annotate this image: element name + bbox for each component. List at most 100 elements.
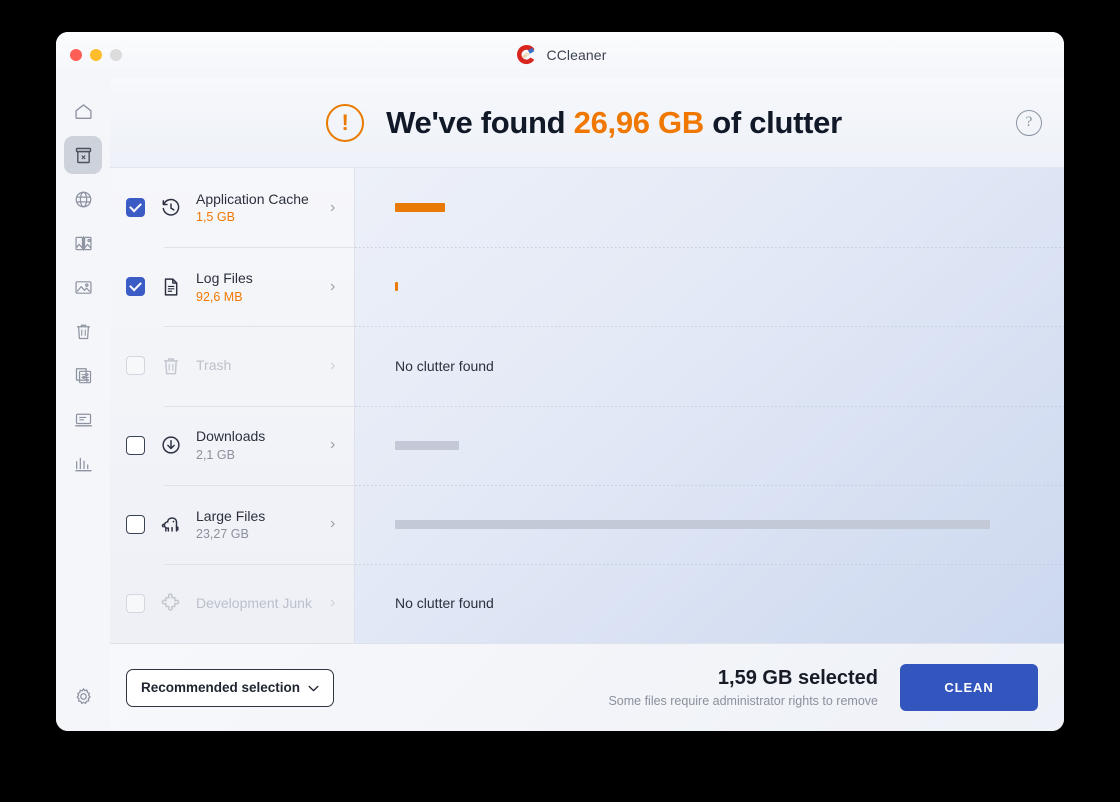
category-size: 1,5 GB bbox=[196, 210, 235, 225]
photos-icon bbox=[73, 277, 94, 298]
app-manager-icon bbox=[73, 365, 94, 386]
title-bar: CCleaner bbox=[56, 32, 1064, 78]
sidebar-item-photos[interactable] bbox=[64, 268, 102, 306]
document-lines-icon bbox=[159, 276, 183, 298]
ccleaner-logo-icon bbox=[514, 43, 538, 67]
nav-rail bbox=[56, 78, 110, 731]
headline-suffix: of clutter bbox=[703, 104, 842, 140]
recommended-selection-dropdown[interactable]: Recommended selection bbox=[126, 668, 335, 707]
checkbox-log-files[interactable] bbox=[126, 277, 145, 297]
sidebar-item-duplicate-finder[interactable] bbox=[64, 224, 102, 262]
globe-icon bbox=[73, 189, 94, 210]
bar-large-files bbox=[395, 519, 991, 529]
window-title: CCleaner bbox=[546, 47, 607, 63]
category-size: 23,27 GB bbox=[196, 527, 249, 542]
chevron-right-icon[interactable]: › bbox=[330, 595, 344, 611]
selection-label: Recommended selection bbox=[141, 680, 301, 695]
trash-icon bbox=[73, 321, 94, 342]
checkbox-application-cache[interactable] bbox=[126, 198, 145, 218]
window-controls bbox=[70, 49, 122, 61]
bar-log-files bbox=[395, 282, 399, 292]
row-text: Trash bbox=[196, 357, 324, 375]
headline-group: ! We've found 26,96 GB of clutter bbox=[130, 103, 1038, 142]
sidebar-item-cleaner[interactable] bbox=[64, 136, 102, 174]
sidebar-item-home[interactable] bbox=[64, 92, 102, 130]
bar-row: No clutter found bbox=[355, 326, 1064, 405]
cleaner-icon bbox=[73, 145, 94, 166]
page-header: ! We've found 26,96 GB of clutter ? bbox=[110, 78, 1064, 168]
checkbox-trash[interactable] bbox=[126, 356, 145, 376]
table-row[interactable]: Development Junk › bbox=[110, 563, 354, 643]
close-button[interactable] bbox=[70, 49, 82, 61]
category-list: Application Cache 1,5 GB › Log Files 92,… bbox=[110, 168, 355, 643]
zoom-button[interactable] bbox=[110, 49, 122, 61]
row-text: Development Junk bbox=[196, 595, 324, 613]
category-label: Downloads bbox=[196, 428, 266, 445]
title-center: CCleaner bbox=[56, 32, 1064, 78]
sidebar-item-trash[interactable] bbox=[64, 312, 102, 350]
category-size: 2,1 GB bbox=[196, 447, 235, 462]
empty-state-trash: No clutter found bbox=[395, 357, 494, 374]
chevron-right-icon[interactable]: › bbox=[330, 199, 344, 216]
bar-application-cache bbox=[395, 203, 446, 213]
sidebar-item-app-manager[interactable] bbox=[64, 356, 102, 394]
table-row[interactable]: Application Cache 1,5 GB › bbox=[110, 168, 354, 247]
category-label: Development Junk bbox=[196, 594, 312, 611]
headline-amount: 26,96 GB bbox=[573, 104, 705, 140]
checkbox-large-files[interactable] bbox=[126, 514, 145, 534]
table-row[interactable]: Downloads 2,1 GB › bbox=[110, 405, 354, 485]
chevron-right-icon[interactable]: › bbox=[330, 357, 344, 374]
home-icon bbox=[73, 101, 94, 122]
puzzle-piece-icon bbox=[159, 592, 183, 614]
sidebar-item-browser[interactable] bbox=[64, 180, 102, 218]
statistics-icon bbox=[73, 453, 94, 474]
content-column: ! We've found 26,96 GB of clutter ? Appl… bbox=[110, 78, 1064, 731]
row-text: Large Files 23,27 GB bbox=[196, 508, 324, 542]
ccleaner-window: CCleaner ! We've found 26,96 GB of clutt… bbox=[56, 32, 1064, 731]
selected-size-text: 1,59 GB selected bbox=[717, 667, 878, 689]
category-label: Large Files bbox=[196, 507, 266, 524]
bar-row bbox=[355, 405, 1064, 485]
download-circle-icon bbox=[159, 434, 183, 456]
bar-downloads bbox=[395, 440, 459, 450]
row-text: Application Cache 1,5 GB bbox=[196, 191, 324, 225]
row-text: Downloads 2,1 GB bbox=[196, 428, 324, 462]
chevron-right-icon[interactable]: › bbox=[330, 437, 344, 453]
history-clock-icon bbox=[159, 197, 183, 219]
category-label: Trash bbox=[196, 357, 232, 374]
admin-rights-note: Some files require administrator rights … bbox=[608, 694, 878, 708]
bar-row bbox=[355, 168, 1064, 247]
table-row[interactable]: Log Files 92,6 MB › bbox=[110, 247, 354, 326]
window-body: ! We've found 26,96 GB of clutter ? Appl… bbox=[56, 78, 1064, 731]
alert-exclamation-icon: ! bbox=[326, 103, 365, 142]
row-text: Log Files 92,6 MB bbox=[196, 270, 324, 304]
sidebar-item-settings[interactable] bbox=[64, 677, 102, 715]
chevron-down-icon bbox=[308, 680, 319, 695]
bar-row bbox=[355, 484, 1064, 564]
headline-prefix: We've found bbox=[386, 104, 574, 140]
category-size: 92,6 MB bbox=[196, 289, 243, 304]
table-row[interactable]: Large Files 23,27 GB › bbox=[110, 484, 354, 564]
sidebar-item-statistics[interactable] bbox=[64, 444, 102, 482]
minimize-button[interactable] bbox=[90, 49, 102, 61]
footer-actions: 1,59 GB selected Some files require admi… bbox=[608, 664, 1038, 711]
size-bar-chart: No clutter found No clutter found bbox=[355, 168, 1064, 643]
chevron-right-icon[interactable]: › bbox=[330, 516, 344, 532]
chevron-right-icon[interactable]: › bbox=[330, 278, 344, 295]
category-label: Application Cache bbox=[196, 190, 309, 207]
main-area: Application Cache 1,5 GB › Log Files 92,… bbox=[110, 168, 1064, 643]
bar-row bbox=[355, 247, 1064, 326]
table-row[interactable]: Trash › bbox=[110, 326, 354, 405]
sidebar-item-system[interactable] bbox=[64, 400, 102, 438]
empty-state-development-junk: No clutter found bbox=[395, 595, 494, 612]
checkbox-downloads[interactable] bbox=[126, 435, 145, 455]
clean-button[interactable]: CLEAN bbox=[900, 664, 1038, 711]
help-icon[interactable]: ? bbox=[1016, 109, 1042, 136]
checkbox-development-junk[interactable] bbox=[126, 593, 145, 613]
selection-summary: 1,59 GB selected Some files require admi… bbox=[608, 667, 878, 708]
system-icon bbox=[73, 409, 94, 430]
elephant-icon bbox=[159, 513, 183, 536]
page-title: We've found 26,96 GB of clutter bbox=[386, 105, 842, 141]
footer-bar: Recommended selection 1,59 GB selected S… bbox=[110, 643, 1064, 731]
bar-row: No clutter found bbox=[355, 563, 1064, 643]
